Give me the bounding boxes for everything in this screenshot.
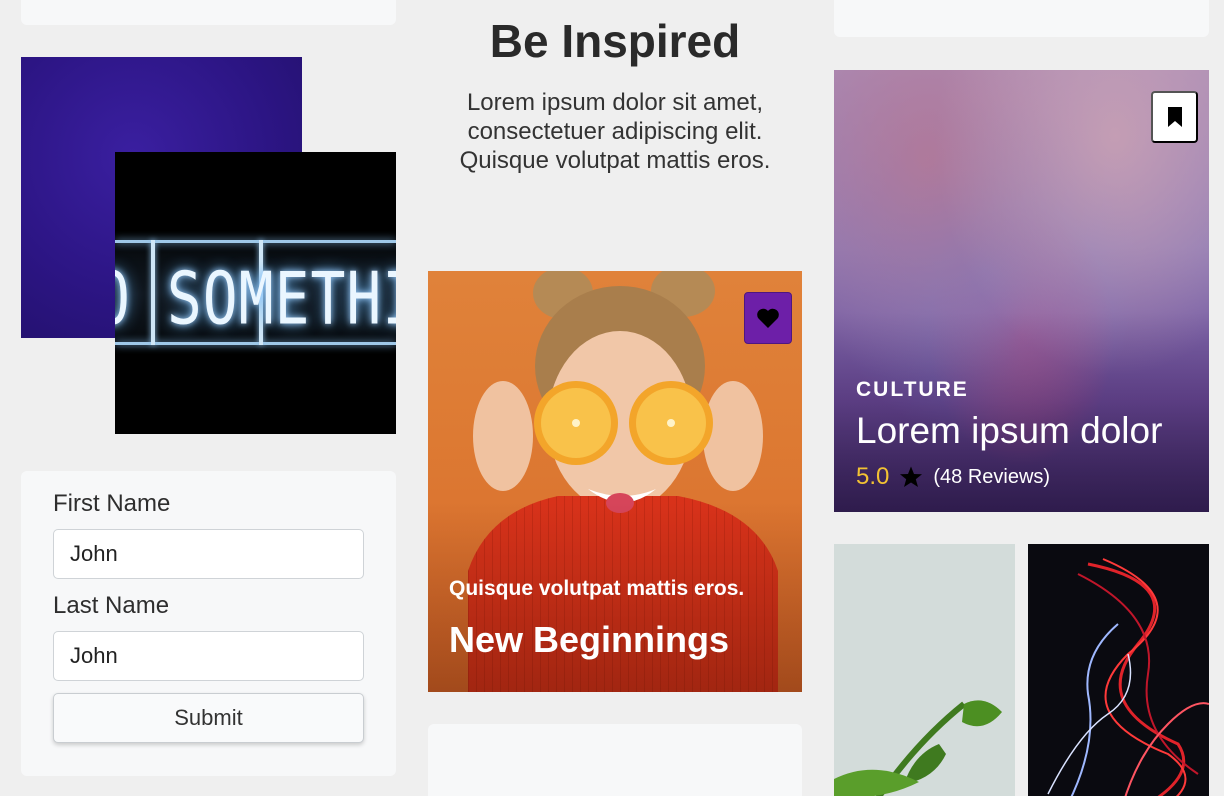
rating-value: 5.0: [856, 463, 890, 490]
neon-frame-bottom: [115, 342, 396, 345]
light-trails: [1047, 558, 1209, 796]
name-form: First Name Last Name Submit: [21, 471, 396, 776]
bookmark-button[interactable]: [1151, 91, 1198, 143]
intro-text: Lorem ipsum dolor sit amet, consectetuer…: [459, 89, 771, 174]
culture-card[interactable]: CULTURE Lorem ipsum dolor 5.0 (48 Review…: [834, 70, 1209, 512]
top-right-card: [834, 0, 1209, 37]
feature-card[interactable]: Quisque volutpat mattis eros. New Beginn…: [428, 271, 802, 692]
culture-card-category: CULTURE: [856, 378, 969, 401]
bottom-middle-card: [428, 724, 802, 796]
neon-sign-text: O SOMETHING GRE: [115, 256, 396, 341]
plant-image: [834, 544, 1015, 796]
culture-card-title: Lorem ipsum dolor: [856, 410, 1163, 451]
review-count: (48 Reviews): [933, 465, 1051, 488]
top-left-card: [21, 0, 396, 25]
feature-card-headline: New Beginnings: [449, 619, 730, 660]
submit-button[interactable]: Submit: [53, 693, 364, 743]
last-name-label: Last Name: [53, 592, 170, 619]
neon-sign-image: O SOMETHING GRE: [115, 152, 396, 434]
page-title: Be Inspired: [489, 15, 741, 67]
feature-card-eyebrow: Quisque volutpat mattis eros.: [449, 577, 745, 600]
favorite-button[interactable]: [744, 292, 792, 344]
last-name-input[interactable]: [53, 631, 364, 681]
bookmark-icon: [1167, 107, 1182, 127]
neon-frame-top: [115, 240, 396, 243]
first-name-label: First Name: [53, 490, 171, 517]
star-icon: [899, 465, 923, 489]
heart-icon: [757, 308, 779, 328]
plant-leaves: [834, 700, 1002, 796]
first-name-input[interactable]: [53, 529, 364, 579]
light-trails-image: [1028, 544, 1209, 796]
rating-row: 5.0 (48 Reviews): [856, 463, 1050, 491]
